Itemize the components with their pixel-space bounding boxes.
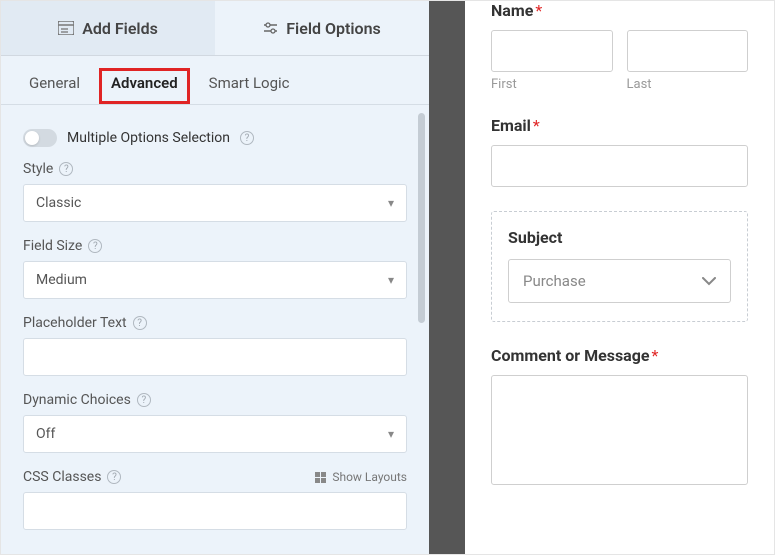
- field-size-label: Field Size: [23, 238, 82, 254]
- panel-divider: [429, 1, 465, 554]
- chevron-down-icon: ▾: [388, 273, 394, 287]
- help-icon[interactable]: ?: [137, 393, 151, 407]
- tab-field-options-label: Field Options: [286, 19, 380, 38]
- help-icon[interactable]: ?: [59, 162, 73, 176]
- subject-value: Purchase: [523, 272, 586, 290]
- show-layouts-label: Show Layouts: [332, 470, 407, 484]
- field-options-panel: Add Fields Field Options General Advance…: [1, 1, 429, 554]
- required-mark: *: [652, 346, 659, 365]
- tab-add-fields-label: Add Fields: [82, 19, 158, 38]
- name-label: Name*: [491, 1, 748, 20]
- tab-field-options[interactable]: Field Options: [215, 1, 429, 55]
- subject-field-selected[interactable]: Subject Purchase: [491, 211, 748, 322]
- style-label: Style: [23, 161, 53, 177]
- email-label: Email*: [491, 116, 748, 135]
- multiple-options-label: Multiple Options Selection: [67, 130, 230, 146]
- form-preview: Name* First Last Email* Subject: [465, 1, 774, 554]
- subject-label: Subject: [508, 228, 731, 247]
- field-size-select[interactable]: Medium ▾: [23, 261, 407, 299]
- required-mark: *: [533, 116, 540, 135]
- subtab-general[interactable]: General: [23, 68, 86, 104]
- chevron-down-icon: ▾: [388, 427, 394, 441]
- first-name-input[interactable]: [491, 30, 613, 72]
- css-classes-input[interactable]: [23, 492, 407, 530]
- email-input[interactable]: [491, 145, 748, 187]
- style-select[interactable]: Classic ▾: [23, 184, 407, 222]
- placeholder-input[interactable]: [23, 338, 407, 376]
- scrollbar-thumb[interactable]: [418, 113, 425, 323]
- multiple-options-toggle[interactable]: [23, 129, 57, 147]
- chevron-down-icon: [702, 272, 716, 290]
- dynamic-choices-label: Dynamic Choices: [23, 392, 131, 408]
- dynamic-choices-value: Off: [36, 426, 55, 442]
- help-icon[interactable]: ?: [107, 470, 121, 484]
- css-classes-label: CSS Classes: [23, 469, 101, 485]
- show-layouts-link[interactable]: Show Layouts: [315, 470, 407, 484]
- help-icon[interactable]: ?: [133, 316, 147, 330]
- required-mark: *: [535, 1, 542, 20]
- tab-add-fields[interactable]: Add Fields: [1, 1, 215, 55]
- last-name-input[interactable]: [627, 30, 749, 72]
- chevron-down-icon: ▾: [388, 196, 394, 210]
- dynamic-choices-select[interactable]: Off ▾: [23, 415, 407, 453]
- advanced-highlight: Advanced: [99, 68, 190, 104]
- scrollbar[interactable]: [418, 113, 425, 473]
- subtab-smart-logic[interactable]: Smart Logic: [203, 68, 296, 104]
- sliders-icon: [263, 21, 278, 35]
- first-sublabel: First: [491, 77, 613, 92]
- comment-textarea[interactable]: [491, 375, 748, 485]
- grid-icon: [315, 472, 326, 483]
- field-size-value: Medium: [36, 272, 87, 288]
- subject-select[interactable]: Purchase: [508, 259, 731, 303]
- comment-label: Comment or Message*: [491, 346, 748, 365]
- style-value: Classic: [36, 195, 81, 211]
- form-icon: [58, 21, 74, 35]
- subtab-advanced[interactable]: Advanced: [104, 68, 185, 104]
- placeholder-label: Placeholder Text: [23, 315, 127, 331]
- last-sublabel: Last: [627, 77, 749, 92]
- help-icon[interactable]: ?: [88, 239, 102, 253]
- help-icon[interactable]: ?: [240, 131, 254, 145]
